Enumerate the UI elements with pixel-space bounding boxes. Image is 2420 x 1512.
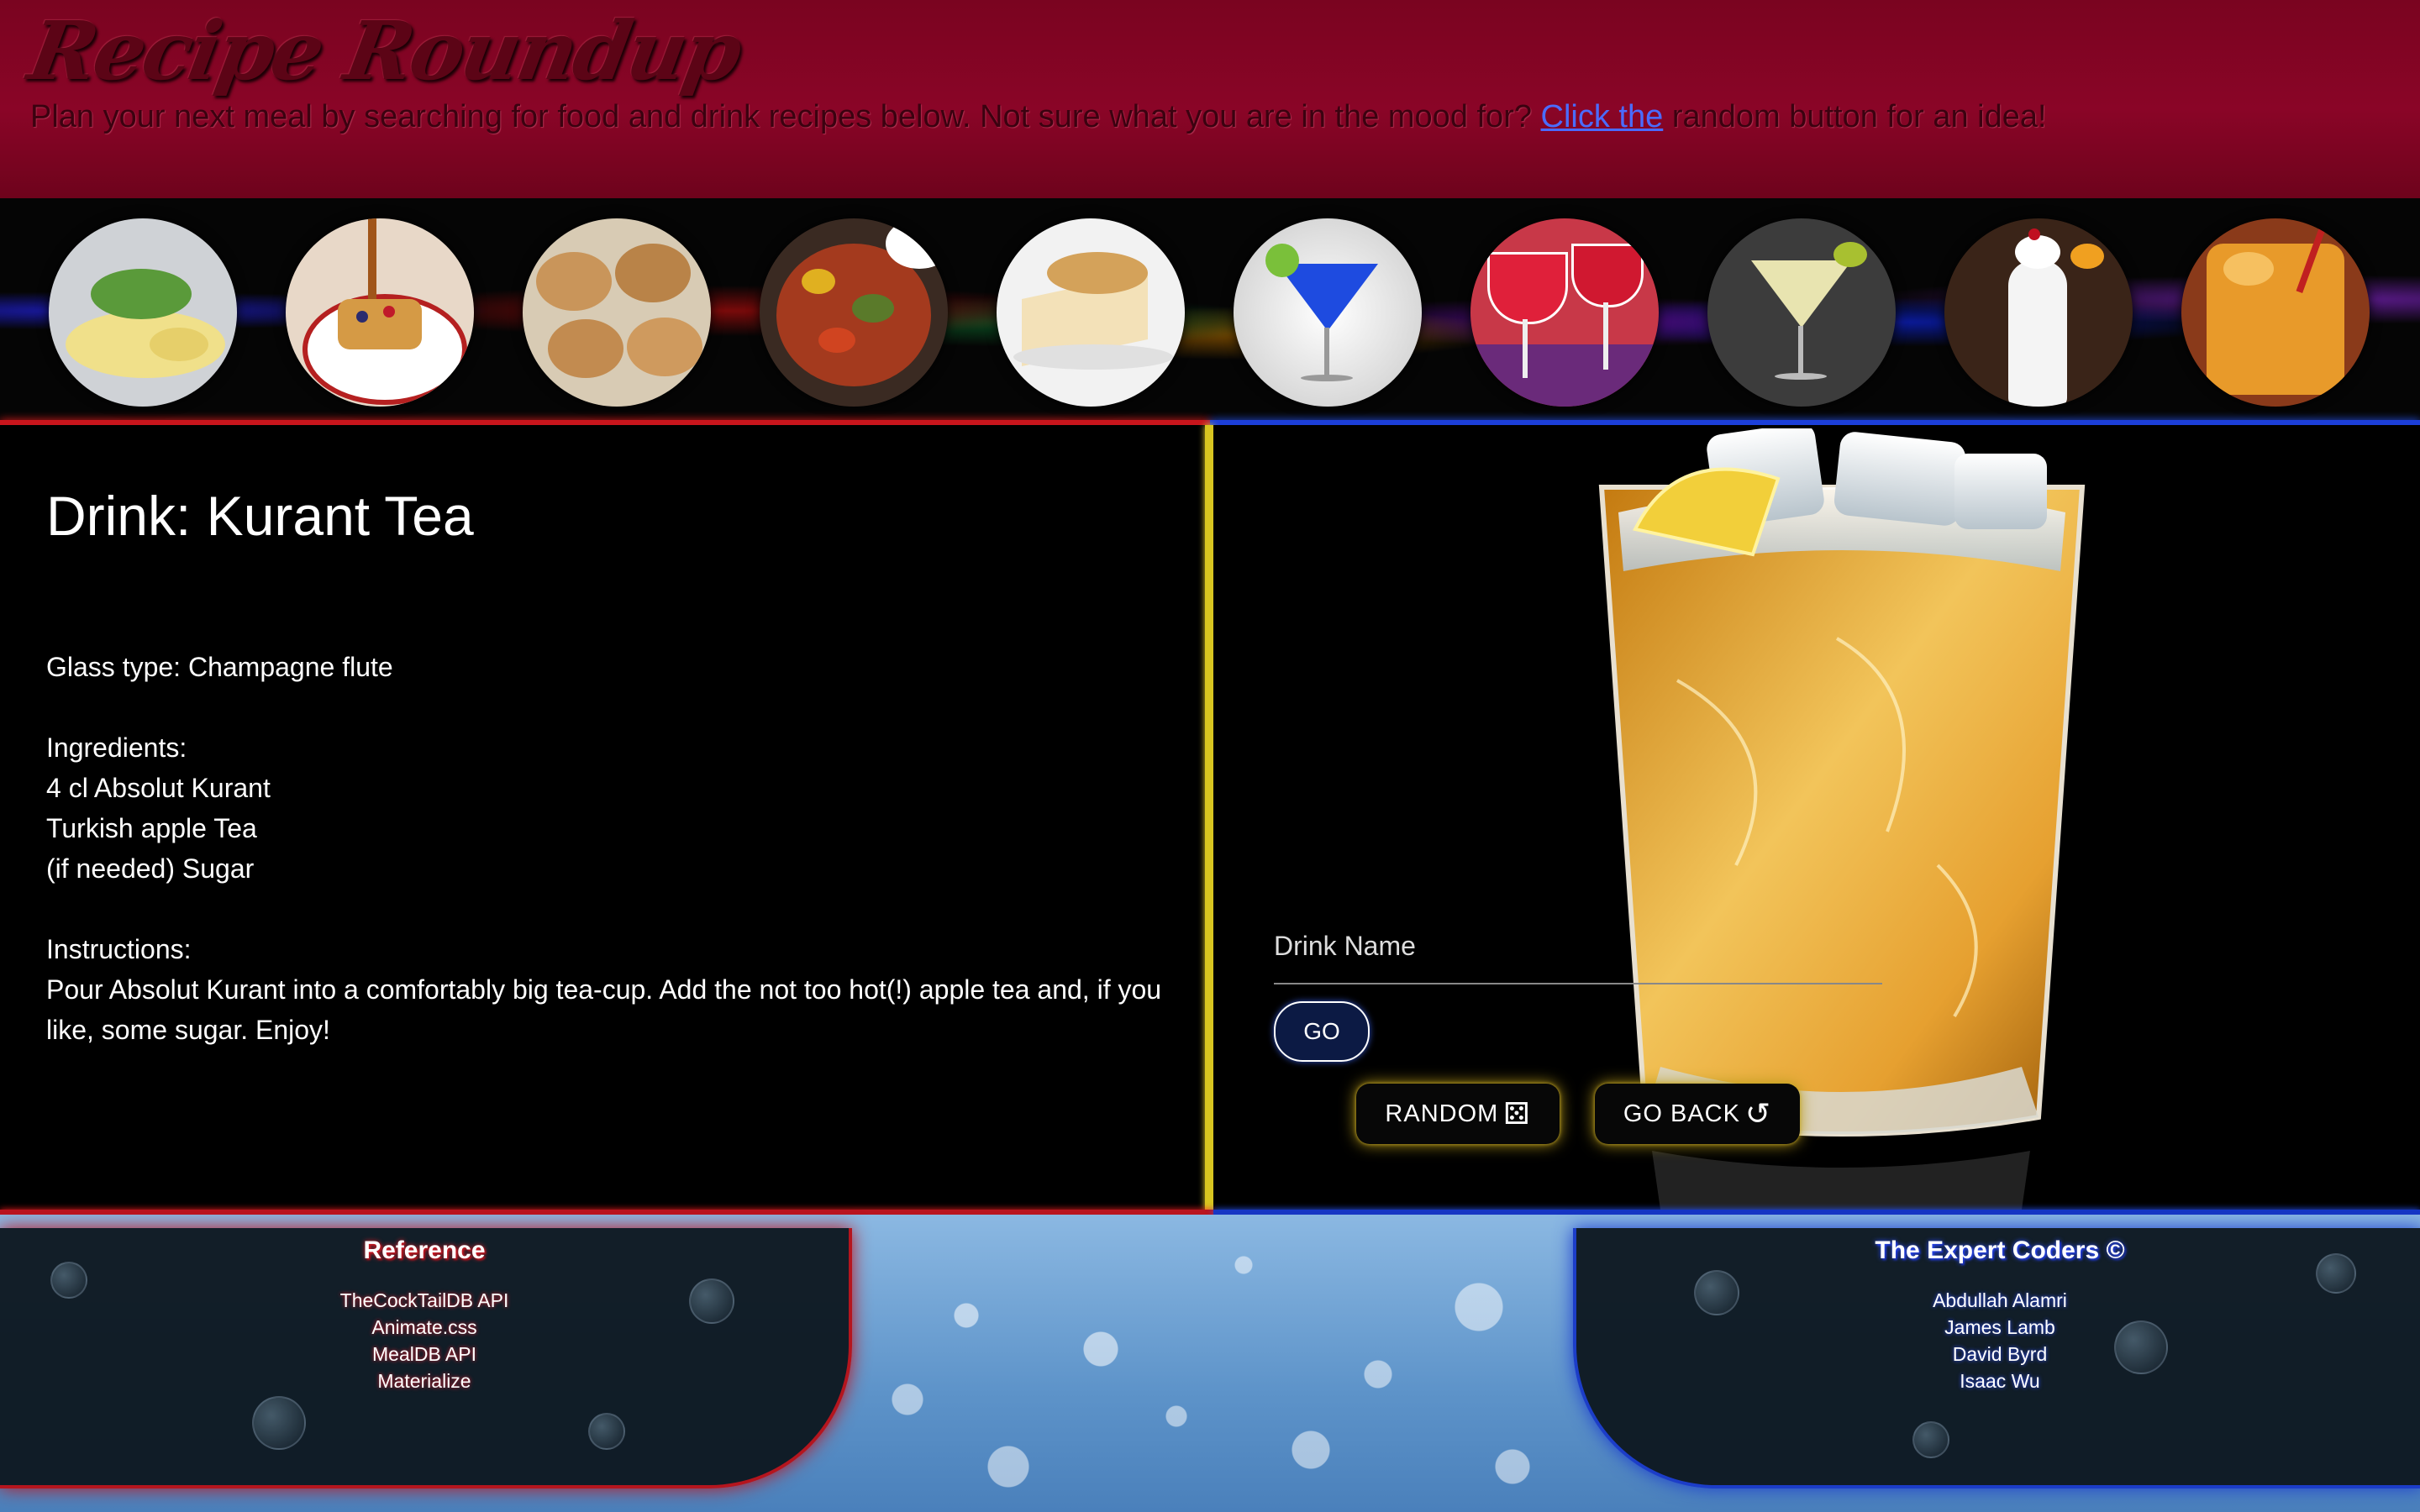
team-card: The Expert Coders © Abdullah Alamri Jame… [1573, 1228, 2420, 1488]
lemon-martini-image[interactable] [1707, 218, 1896, 407]
tagline-text-start: Plan your next meal by searching for foo… [30, 99, 1541, 134]
drink-title: Drink: Kurant Tea [46, 485, 474, 547]
omelette-image[interactable] [49, 218, 237, 407]
tagline-text-end: random button for an idea! [1663, 99, 2047, 134]
go-button[interactable]: GO [1274, 1001, 1370, 1062]
reference-card: Reference TheCockTailDB API Animate.css … [0, 1228, 852, 1488]
roasted-vegetables-image[interactable] [760, 218, 948, 407]
recipe-details-panel: Drink: Kurant Tea Glass type: Champagne … [0, 425, 1205, 1211]
drink-name-input[interactable] [1274, 966, 1882, 984]
instructions-heading: Instructions: [46, 934, 192, 964]
drink-details: Glass type: Champagne flute Ingredients:… [46, 647, 1172, 1050]
instructions-text: Pour Absolut Kurant into a comfortably b… [46, 974, 1162, 1045]
ingredients-heading: Ingredients: [46, 732, 187, 763]
team-member: Isaac Wu [1960, 1370, 2040, 1392]
orange-cocktail-image[interactable] [2181, 218, 2370, 407]
brand-title: Recipe Roundup [22, 3, 747, 98]
pancakes-image[interactable] [286, 218, 474, 407]
go-back-label: GO BACK [1623, 1100, 1740, 1127]
undo-icon: ↺ [1744, 1096, 1772, 1131]
cheesecake-image[interactable] [997, 218, 1185, 407]
ingredient-item: (if needed) Sugar [46, 853, 255, 884]
reference-title: Reference [363, 1236, 486, 1264]
go-label: GO [1303, 1018, 1340, 1044]
reference-link[interactable]: MealDB API [0, 1341, 849, 1368]
glass-type: Glass type: Champagne flute [46, 652, 393, 682]
ingredient-item: 4 cl Absolut Kurant [46, 773, 271, 803]
drink-name-label: Drink Name [1274, 931, 1416, 961]
tagline: Plan your next meal by searching for foo… [30, 99, 2047, 135]
random-label: RANDOM [1385, 1100, 1499, 1127]
pina-colada-image[interactable] [1944, 218, 2133, 407]
ingredient-item: Turkish apple Tea [46, 813, 257, 843]
dice-icon: ⚄ [1503, 1096, 1531, 1131]
blue-martini-image[interactable] [1234, 218, 1422, 407]
team-member: James Lamb [1944, 1316, 2055, 1338]
reference-link[interactable]: Materialize [0, 1368, 849, 1394]
team-member: David Byrd [1952, 1343, 2048, 1365]
go-back-button[interactable]: GO BACK ↺ [1595, 1084, 1800, 1144]
random-link[interactable]: Click the [1541, 99, 1664, 134]
red-margarita-image[interactable] [1470, 218, 1659, 407]
header-banner: Recipe Roundup Plan your next meal by se… [0, 0, 2420, 198]
random-button[interactable]: RANDOM ⚄ [1356, 1084, 1560, 1144]
cookies-image[interactable] [523, 218, 711, 407]
team-title: The Expert Coders © [1875, 1236, 2125, 1264]
panel-divider [1205, 425, 1213, 1211]
